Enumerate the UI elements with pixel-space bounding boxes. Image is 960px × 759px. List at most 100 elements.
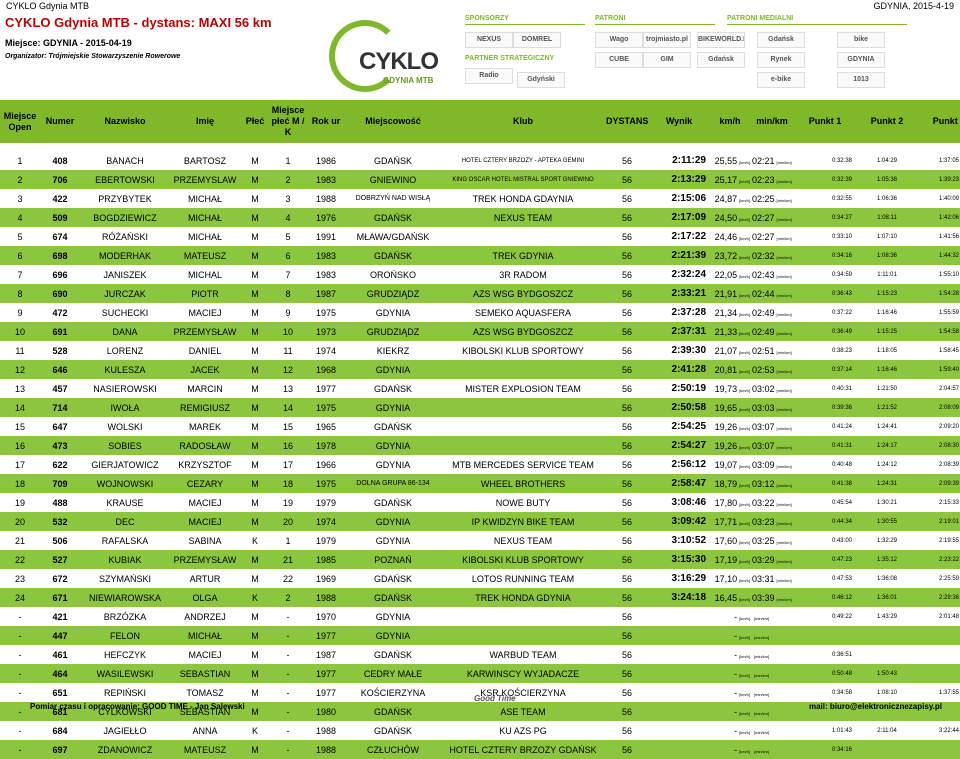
cell-kmh: 24,87 [km/h] bbox=[710, 189, 750, 208]
cell-kmh: 17,19 [km/h] bbox=[710, 550, 750, 569]
cell-imie: KRZYSZTOF bbox=[178, 459, 232, 470]
cell-wynik: 2:54:25 bbox=[671, 421, 706, 432]
cell-wynik: 2:17:09 bbox=[648, 208, 710, 227]
cell-nazwisko: EBERTOWSKI bbox=[80, 170, 170, 189]
pace-value: 03:22 bbox=[752, 497, 775, 508]
cell-open: - bbox=[0, 664, 40, 683]
cell-open: 11 bbox=[15, 345, 25, 356]
cell-imie: MICHAL bbox=[187, 269, 222, 280]
cell-klub: HOTEL CZTERY BRZOZY - APTEKA GEMINI bbox=[461, 157, 585, 164]
column-header: Miejsce płeć M / K bbox=[270, 100, 306, 143]
pace-unit: [min/km] bbox=[754, 729, 770, 735]
speed-unit: [km/h] bbox=[739, 178, 750, 184]
cell-dyst: 56 bbox=[606, 740, 648, 759]
cell-miejsc: GDYNIA bbox=[346, 512, 440, 531]
cell-num: 506 bbox=[52, 535, 68, 546]
pace-value: 02:32 bbox=[752, 250, 775, 261]
cell-mkm: 03:29 [min/km] bbox=[750, 550, 794, 569]
cell-p2: 1:05:38 bbox=[856, 170, 918, 189]
column-header: Wynik bbox=[648, 100, 710, 143]
cell-rok: 1985 bbox=[306, 550, 346, 569]
cell-nazwisko: WASILEWSKI bbox=[80, 664, 170, 683]
cell-wynik: 2:39:30 bbox=[671, 345, 706, 356]
cell-p1: 0:34:27 bbox=[794, 208, 856, 227]
column-header: km/h bbox=[710, 100, 750, 143]
cell-wynik: 2:37:31 bbox=[648, 322, 710, 341]
table-row: 10 691 DANA PRZEMYSŁAW M 10 1973 GRUDZIĄDZ AZS W… bbox=[0, 322, 960, 341]
cell-open: 13 bbox=[14, 383, 25, 394]
pace-value: 02:23 bbox=[752, 174, 775, 185]
sponsor-logo: e-bike bbox=[757, 72, 805, 88]
cell-open: 7 bbox=[17, 269, 23, 280]
cell-plec: M bbox=[251, 193, 259, 204]
cell-p1: 0:44:34 bbox=[794, 512, 856, 531]
cell-mplec: 2 bbox=[270, 170, 306, 189]
pace-value: 03:25 bbox=[752, 535, 775, 546]
cell-mkm: 02:43 [min/km] bbox=[750, 265, 794, 284]
cell-p3: 2:19:55 bbox=[938, 537, 960, 544]
cell-num: 671 bbox=[40, 588, 80, 607]
cell-p1: 0:34:59 bbox=[831, 271, 852, 278]
cell-p1: 0:50:48 bbox=[794, 664, 856, 683]
cell-imie: MACIEJ bbox=[188, 649, 222, 660]
cell-p2: 1:30:21 bbox=[876, 499, 898, 506]
cell-miejsc: GDAŃSK bbox=[346, 208, 440, 227]
cell-imie: MATEUSZ bbox=[170, 246, 240, 265]
cell-open: 17 bbox=[14, 459, 25, 470]
pace-value: 02:44 bbox=[752, 288, 775, 299]
cell-mkm: [min/km] bbox=[750, 607, 794, 626]
speed-value: 24,46 bbox=[714, 231, 738, 242]
table-row: 6 698 MODERHAK MATEUSZ M 6 1983 GDAŃSK TREK GDYN… bbox=[0, 246, 960, 265]
cell-wynik bbox=[648, 645, 710, 664]
cell-plec: M bbox=[251, 345, 259, 356]
cell-wynik: 3:10:52 bbox=[671, 535, 706, 546]
cell-mkm: [min/km] bbox=[750, 740, 794, 759]
cell-plec: M bbox=[251, 155, 259, 166]
cell-p2: 1:36:01 bbox=[856, 588, 918, 607]
cell-rok: 1979 bbox=[315, 497, 337, 508]
cell-miejsc: GNIEWINO bbox=[346, 170, 440, 189]
cell-mkm: 03:09 [min/km] bbox=[750, 455, 794, 474]
cell-wynik: 2:54:27 bbox=[648, 436, 710, 455]
cell-rok: 1965 bbox=[315, 421, 337, 432]
cell-kmh: 25,17 [km/h] bbox=[710, 170, 750, 189]
table-row: 17 622 GIERJATOWICZ KRZYSZTOF M 17 1966 GDYNIA M… bbox=[0, 455, 960, 474]
pace-unit: [min/km] bbox=[776, 311, 792, 317]
cell-num: 709 bbox=[40, 474, 80, 493]
speed-unit: [km/h] bbox=[739, 235, 750, 241]
speed-unit: [km/h] bbox=[739, 634, 750, 640]
cell-miejsc: MŁAWA/GDAŃSK bbox=[356, 231, 430, 242]
cell-p1: 0:36:51 bbox=[831, 651, 852, 658]
table-row: 15 647 WOLSKI MAREK M 15 1965 GDAŃSK 56 2:54:25 19… bbox=[0, 417, 960, 436]
cell-num: 706 bbox=[40, 170, 80, 189]
speed-value: 21,34 bbox=[714, 307, 738, 318]
cell-num: 622 bbox=[52, 459, 68, 470]
cell-wynik: 3:16:29 bbox=[671, 573, 706, 584]
cell-rok: 1991 bbox=[315, 231, 337, 242]
cell-nazwisko: JANISZEK bbox=[103, 269, 147, 280]
cell-imie: MACIEJ bbox=[170, 512, 240, 531]
cell-mplec: - bbox=[270, 626, 306, 645]
cell-dyst: 56 bbox=[621, 459, 632, 470]
cell-num: 697 bbox=[40, 740, 80, 759]
speed-value: 17,10 bbox=[714, 573, 738, 584]
cell-rok: 1978 bbox=[306, 436, 346, 455]
cell-open: 3 bbox=[17, 193, 23, 204]
cell-mkm: [min/km] bbox=[750, 664, 794, 683]
divider bbox=[595, 24, 715, 25]
pace-value: 02:25 bbox=[752, 193, 775, 204]
cell-dyst: 56 bbox=[606, 398, 648, 417]
cell-nazwisko: GIERJATOWICZ bbox=[91, 459, 159, 470]
cell-nazwisko: JAGIEŁŁO bbox=[103, 725, 147, 736]
cell-nazwisko: PRZYBYTEK bbox=[98, 193, 152, 204]
cell-open: 24 bbox=[0, 588, 40, 607]
cell-mplec: - bbox=[286, 725, 290, 736]
cell-p1: 0:37:14 bbox=[794, 360, 856, 379]
cell-mkm: 02:32 [min/km] bbox=[750, 246, 794, 265]
cell-klub: NEXUS TEAM bbox=[440, 208, 606, 227]
cell-p3: 2:19:01 bbox=[918, 512, 960, 531]
cell-dyst: 56 bbox=[606, 626, 648, 645]
table-row: 8 690 JURCZAK PIOTR M 8 1987 GRUDZIĄDZ AZS WSG B… bbox=[0, 284, 960, 303]
cell-p3: 2:09:39 bbox=[918, 474, 960, 493]
cell-wynik: 3:24:18 bbox=[648, 588, 710, 607]
